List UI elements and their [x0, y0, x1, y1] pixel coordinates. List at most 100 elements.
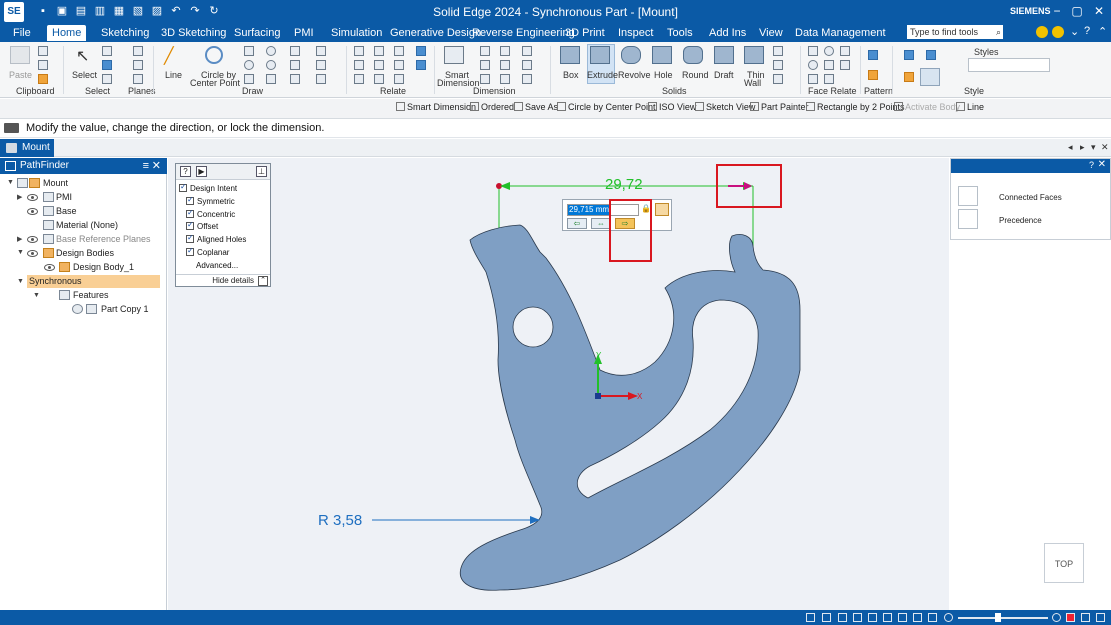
revolve-icon[interactable] — [621, 46, 641, 64]
help-icon[interactable]: ? — [1084, 25, 1090, 37]
round-icon[interactable] — [683, 46, 703, 64]
doc-close-icon[interactable]: ✕ — [1101, 142, 1109, 153]
thin-wall-icon[interactable] — [744, 46, 764, 64]
radius-dimension-label[interactable]: R 3,58 — [318, 512, 362, 529]
concentric-icon[interactable] — [394, 60, 404, 70]
retrieve-dimension-icon[interactable] — [522, 74, 532, 84]
visibility-eye-icon[interactable] — [27, 250, 38, 257]
arc-icon[interactable] — [244, 60, 254, 70]
direction-symmetric-button[interactable]: ⇔ — [591, 218, 611, 229]
panel-close-icon[interactable]: ✕ — [152, 158, 161, 174]
tree-item-pmi[interactable]: PMI — [56, 191, 72, 204]
chamfer-dimension-icon[interactable] — [522, 46, 532, 56]
checkbox-checked-icon[interactable] — [179, 182, 187, 192]
face-relate-icon-7[interactable] — [840, 46, 850, 56]
collapse-arrow-icon[interactable]: ▼ — [33, 292, 40, 299]
connected-faces-icon[interactable] — [958, 186, 978, 206]
precedence-label[interactable]: Precedence — [999, 216, 1042, 225]
offset-checkbox[interactable]: Offset — [186, 220, 218, 231]
help-icon[interactable]: ? — [1089, 160, 1094, 170]
minimize-icon[interactable]: − — [1050, 3, 1064, 19]
relation-handle-icon[interactable] — [416, 60, 426, 70]
pin-icon[interactable]: ⊥ — [256, 166, 267, 177]
status-icon-2[interactable] — [822, 613, 831, 622]
parallel-icon[interactable] — [374, 46, 384, 56]
extend-icon[interactable] — [290, 60, 300, 70]
cmd-save-as[interactable]: Save As — [514, 102, 558, 112]
revolve-button[interactable]: Revolve — [618, 70, 651, 80]
tab-add-ins[interactable]: Add Ins — [704, 25, 751, 41]
aligned-holes-checkbox[interactable]: Aligned Holes — [186, 233, 246, 244]
face-relate-icon-3[interactable] — [808, 74, 818, 84]
cmd-sketch-view[interactable]: Sketch View — [695, 102, 755, 112]
tab-scroll-left-icon[interactable]: ◂ — [1068, 142, 1073, 153]
coordinate-dimension-icon[interactable] — [480, 74, 490, 84]
restore-icon[interactable]: ▢ — [1070, 3, 1084, 19]
paste-button[interactable]: Paste — [9, 70, 32, 80]
draft-button[interactable]: Draft — [714, 70, 734, 80]
zoom-slider-track[interactable] — [958, 617, 1048, 619]
play-icon[interactable]: ▶ — [196, 166, 207, 177]
symmetric-checkbox[interactable]: Symmetric — [186, 195, 235, 206]
visibility-eye-icon[interactable] — [27, 194, 38, 201]
checkbox-checked-icon[interactable] — [186, 208, 194, 218]
panel-menu-icon[interactable]: ≡ — [143, 158, 149, 174]
zoom-slider-knob[interactable] — [995, 613, 1001, 622]
fillet-icon[interactable] — [266, 74, 276, 84]
view-style-icon-1[interactable] — [904, 50, 914, 60]
visibility-eye-icon[interactable] — [44, 264, 55, 271]
hole-button[interactable]: Hole — [654, 70, 673, 80]
view-cube[interactable]: TOP — [1044, 543, 1084, 583]
tab-pmi[interactable]: PMI — [289, 25, 319, 41]
styles-dropdown[interactable] — [968, 58, 1050, 72]
tree-item-design-body-1[interactable]: Design Body_1 — [73, 261, 134, 274]
command-search-input[interactable]: Type to find tools ⌕ — [907, 25, 1003, 39]
extrude-button[interactable]: Extrude — [587, 70, 618, 80]
status-icon-1[interactable] — [806, 613, 815, 622]
tree-item-design-bodies[interactable]: Design Bodies — [56, 247, 114, 260]
collapse-arrow-icon[interactable]: ▼ — [7, 179, 14, 186]
symmetric-diameter-icon[interactable] — [500, 46, 510, 56]
hole-icon[interactable] — [652, 46, 672, 64]
tangent-icon[interactable] — [354, 74, 364, 84]
face-relate-icon-2[interactable] — [808, 60, 818, 70]
close-icon[interactable]: ✕ — [1098, 159, 1106, 170]
precedence-icon[interactable] — [958, 209, 978, 229]
visibility-eye-hidden-icon[interactable] — [27, 236, 38, 243]
checkbox-checked-icon[interactable] — [186, 220, 194, 230]
tab-simulation[interactable]: Simulation — [326, 25, 387, 41]
format-painter-icon[interactable] — [38, 74, 48, 84]
tab-scroll-right-icon[interactable]: ▸ — [1080, 142, 1085, 153]
visibility-eye-icon[interactable] — [27, 208, 38, 215]
cmd-circle-center-point[interactable]: Circle by Center Point — [557, 102, 656, 112]
direction-left-button[interactable]: ⇦ — [567, 218, 587, 229]
tab-sketching[interactable]: Sketching — [96, 25, 154, 41]
share-icon[interactable] — [1096, 613, 1105, 622]
angular-coordinate-icon[interactable] — [500, 60, 510, 70]
solids-more-icon-3[interactable] — [773, 74, 783, 84]
cmd-activate-body[interactable]: Activate Body — [894, 102, 960, 112]
rectangle-icon[interactable] — [244, 46, 254, 56]
doc-tab-mount[interactable]: Mount — [0, 139, 54, 157]
fit-icon[interactable] — [868, 613, 877, 622]
box-icon[interactable] — [560, 46, 580, 64]
move-icon[interactable] — [316, 60, 326, 70]
curve-icon[interactable] — [266, 46, 276, 56]
circle-center-point-icon[interactable] — [205, 46, 223, 64]
mirror-pattern-icon[interactable] — [868, 70, 878, 80]
close-icon[interactable]: ✕ — [1092, 3, 1106, 19]
paste-icon[interactable] — [10, 46, 30, 64]
sketch-view-icon[interactable] — [913, 613, 922, 622]
polygon-icon[interactable] — [244, 74, 254, 84]
plane-icon[interactable] — [133, 46, 143, 56]
extrude-icon[interactable] — [590, 46, 610, 64]
circle-button-line2[interactable]: Center Point — [190, 78, 240, 88]
cmd-smart-dimension[interactable]: Smart Dimension — [396, 102, 476, 112]
lock-relation-icon[interactable] — [416, 46, 426, 56]
ribbon-collapse-icon[interactable]: ⌃ — [1098, 25, 1107, 38]
tab-view[interactable]: View — [754, 25, 788, 41]
mirror-icon[interactable] — [316, 46, 326, 56]
distance-icon[interactable] — [480, 46, 490, 56]
tab-tools[interactable]: Tools — [662, 25, 698, 41]
pattern-icon[interactable] — [868, 50, 878, 60]
